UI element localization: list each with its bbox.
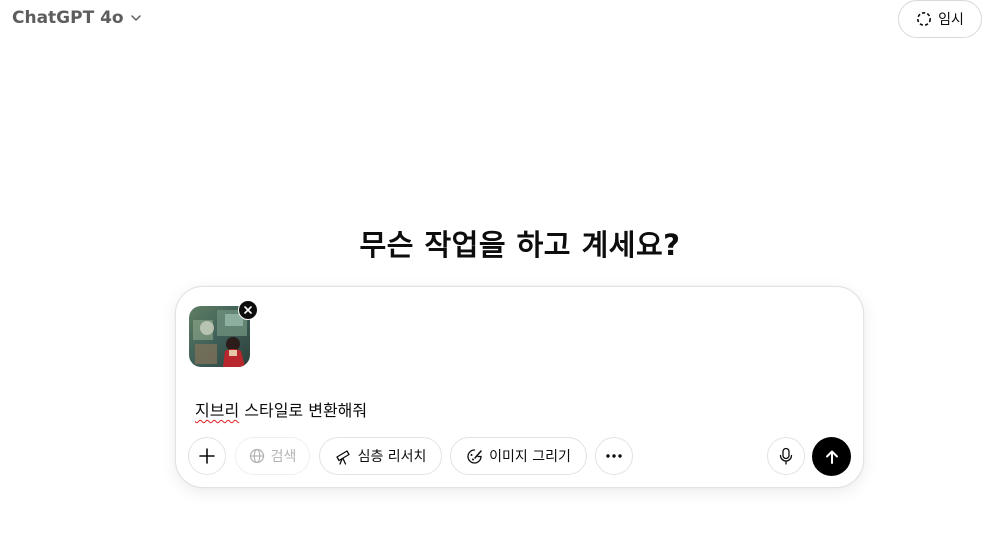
search-label: 검색 [270,449,297,465]
misspelled-word: 지브리 [195,401,240,420]
send-button[interactable] [812,437,851,476]
arrow-up-icon [825,450,838,464]
plus-icon [199,448,215,464]
close-icon [244,306,252,314]
search-button[interactable]: 검색 [235,437,310,475]
dashed-circle-icon [916,11,932,27]
temporary-chat-label: 임시 [938,12,964,28]
deep-research-button[interactable]: 심층 리서치 [319,437,442,475]
more-tools-button[interactable] [595,437,633,475]
voice-input-button[interactable] [767,437,805,475]
prompt-text-rest: 스타일로 변환해줘 [239,401,368,420]
add-attachment-button[interactable] [188,437,226,475]
model-name: ChatGPT 4o [12,8,124,28]
page-title: 무슨 작업을 하고 계세요? [359,228,681,262]
prompt-input[interactable]: 지브리 스타일로 변환해줘 [195,397,367,421]
telescope-icon [335,449,350,465]
composer-toolbar: 검색 심층 리서치 이미지 그리기 [188,437,852,476]
microphone-icon [779,447,793,465]
image-attachment[interactable] [189,300,258,367]
chat-page: ChatGPT 4o 임시 무슨 작업을 하고 계세요? 지브리 스타일로 변환… [0,0,989,537]
model-switcher[interactable]: ChatGPT 4o [12,8,142,28]
prompt-composer[interactable]: 지브리 스타일로 변환해줘 검색 심층 리서치 이미지 그리기 [175,286,864,488]
create-image-label: 이미지 그리기 [489,449,571,465]
temporary-chat-button[interactable]: 임시 [898,0,982,38]
remove-attachment-button[interactable] [238,300,258,320]
ellipsis-icon [606,454,622,458]
chevron-down-icon [130,12,142,24]
deep-research-label: 심층 리서치 [357,449,427,465]
create-image-button[interactable]: 이미지 그리기 [450,437,587,475]
palette-brush-icon [467,448,482,464]
globe-icon [249,448,264,464]
